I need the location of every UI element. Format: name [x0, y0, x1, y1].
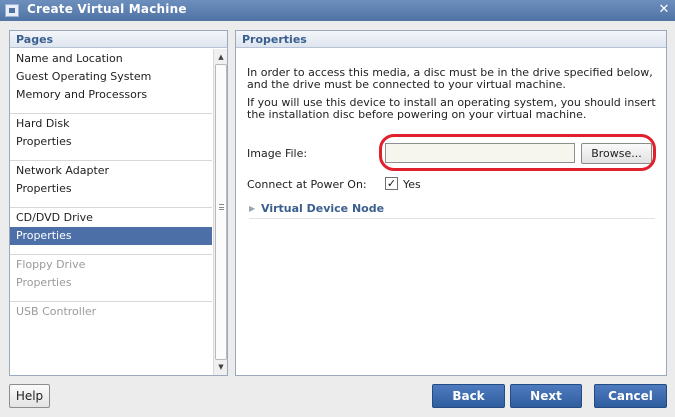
- close-icon[interactable]: ✕: [657, 3, 671, 17]
- image-file-row: Image File: Browse...: [247, 143, 659, 165]
- triangle-right-icon: ▶: [249, 204, 256, 213]
- virtual-device-node-label: Virtual Device Node: [261, 202, 385, 215]
- grip-icon: [219, 204, 224, 210]
- window-title: Create Virtual Machine: [27, 2, 187, 16]
- page-item-cd-dvd-properties[interactable]: Properties: [10, 227, 212, 245]
- pages-panel: Pages Name and Location Guest Operating …: [9, 30, 228, 376]
- page-group: Network Adapter Properties: [10, 161, 212, 208]
- connect-at-power-on-label: Connect at Power On:: [247, 178, 367, 191]
- page-item-network-adapter-properties[interactable]: Properties: [10, 180, 212, 198]
- yes-label[interactable]: Yes: [403, 178, 421, 191]
- help-button[interactable]: Help: [9, 384, 50, 408]
- pages-scrollbar[interactable]: ▲ ▼: [213, 49, 227, 375]
- scrollbar-thumb[interactable]: [215, 64, 227, 360]
- scroll-up-arrow-icon[interactable]: ▲: [215, 51, 227, 63]
- page-item-cd-dvd-drive[interactable]: CD/DVD Drive: [10, 209, 212, 227]
- page-item-usb-controller: USB Controller: [16, 305, 97, 318]
- title-bar: Create Virtual Machine ✕: [0, 0, 675, 21]
- back-button[interactable]: Back: [432, 384, 505, 408]
- connect-at-power-on-checkbox[interactable]: ✓: [385, 177, 398, 190]
- page-group: USB Controller: [10, 302, 212, 330]
- pages-header: Pages: [10, 31, 227, 48]
- image-file-input[interactable]: [385, 143, 575, 163]
- description-paragraph-1: In order to access this media, a disc mu…: [247, 66, 653, 91]
- page-item-floppy-properties: Properties: [16, 276, 72, 289]
- page-item-hard-disk[interactable]: Hard Disk: [10, 115, 212, 133]
- next-button[interactable]: Next: [510, 384, 582, 408]
- cancel-button[interactable]: Cancel: [594, 384, 667, 408]
- page-item-memory-and-processors[interactable]: Memory and Processors: [10, 86, 212, 104]
- page-group: Floppy Drive Properties: [10, 255, 212, 302]
- pages-list: Name and Location Guest Operating System…: [10, 49, 212, 375]
- description-paragraph-2: If you will use this device to install a…: [247, 96, 656, 121]
- page-item-name-and-location[interactable]: Name and Location: [10, 50, 212, 68]
- virtual-machine-icon: [5, 4, 19, 17]
- scroll-down-arrow-icon[interactable]: ▼: [215, 361, 227, 373]
- properties-description: In order to access this media, a disc mu…: [247, 67, 659, 127]
- virtual-device-node-toggle[interactable]: ▶ Virtual Device Node: [249, 201, 655, 219]
- image-file-label: Image File:: [247, 147, 308, 160]
- page-group: Hard Disk Properties: [10, 114, 212, 161]
- page-group: CD/DVD Drive Properties: [10, 208, 212, 255]
- browse-button[interactable]: Browse...: [581, 143, 652, 164]
- properties-header: Properties: [236, 31, 666, 48]
- page-item-hard-disk-properties[interactable]: Properties: [10, 133, 212, 151]
- page-item-guest-operating-system[interactable]: Guest Operating System: [10, 68, 212, 86]
- page-item-network-adapter[interactable]: Network Adapter: [10, 162, 212, 180]
- page-group: Name and Location Guest Operating System…: [10, 49, 212, 114]
- page-item-floppy-drive: Floppy Drive: [16, 258, 86, 271]
